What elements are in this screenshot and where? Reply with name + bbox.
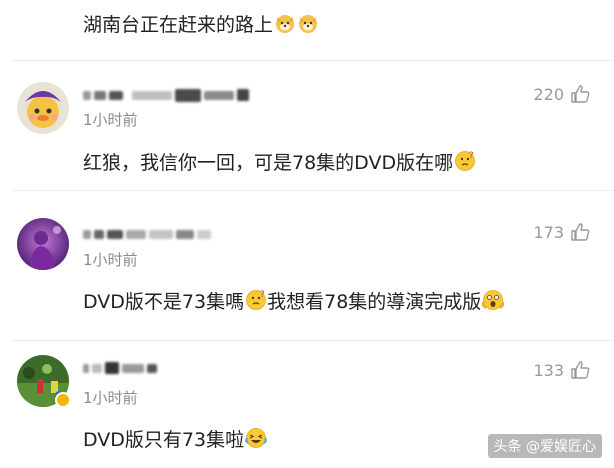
comment-time: 1小时前 [83, 111, 138, 129]
laughing-tears-emoji-icon [245, 427, 267, 454]
comment-item: 1小时前 DVD版不是73集嗎? 我想看78集的導演完成版 173 [0, 190, 614, 340]
comment-time: 1小时前 [83, 251, 138, 269]
doge-emoji-icon [274, 12, 296, 39]
username-blurred[interactable] [83, 87, 249, 103]
doge-emoji-icon [297, 12, 319, 39]
like-count: 173 [533, 222, 564, 242]
thumbs-up-icon [571, 85, 590, 103]
thinking-emoji-icon: ? [245, 289, 267, 316]
comment-text: 红狼，我信你一回，可是78集的DVD版在哪? [83, 148, 476, 177]
comment-text-body: DVD版只有73集啦 [83, 429, 245, 451]
verified-badge-icon [55, 392, 71, 408]
like-button[interactable]: 173 [533, 222, 590, 242]
username-blurred[interactable] [83, 226, 211, 242]
comment-text-body: DVD版不是73集嗎 [83, 291, 245, 313]
like-count: 220 [533, 84, 564, 104]
avatar[interactable] [17, 218, 69, 270]
shocked-emoji-icon [482, 289, 505, 316]
comment-text-body: 红狼，我信你一回，可是78集的DVD版在哪 [83, 152, 454, 174]
comment-time: 1小时前 [83, 389, 138, 407]
previous-comment-body: 湖南台正在赶来的路上 [83, 14, 274, 36]
like-count: 133 [533, 360, 564, 380]
comment-text: DVD版只有73集啦 [83, 425, 267, 454]
comment-item: 1小时前 红狼，我信你一回，可是78集的DVD版在哪? 220 [0, 60, 614, 190]
thumbs-up-icon [571, 361, 590, 379]
source-watermark: 头条 @爱娱匠心 [487, 434, 602, 458]
previous-comment-text: 湖南台正在赶来的路上 [83, 10, 319, 39]
thumbs-up-icon [571, 223, 590, 241]
avatar[interactable] [17, 82, 69, 134]
comment-text: DVD版不是73集嗎? 我想看78集的導演完成版 [83, 287, 505, 316]
thinking-emoji-icon: ? [454, 150, 476, 177]
like-button[interactable]: 133 [533, 360, 590, 380]
svg-text:?: ? [469, 151, 474, 161]
like-button[interactable]: 220 [533, 84, 590, 104]
username-blurred[interactable] [83, 360, 157, 376]
comment-text-body-2: 我想看78集的導演完成版 [267, 291, 482, 313]
svg-text:?: ? [260, 290, 265, 300]
